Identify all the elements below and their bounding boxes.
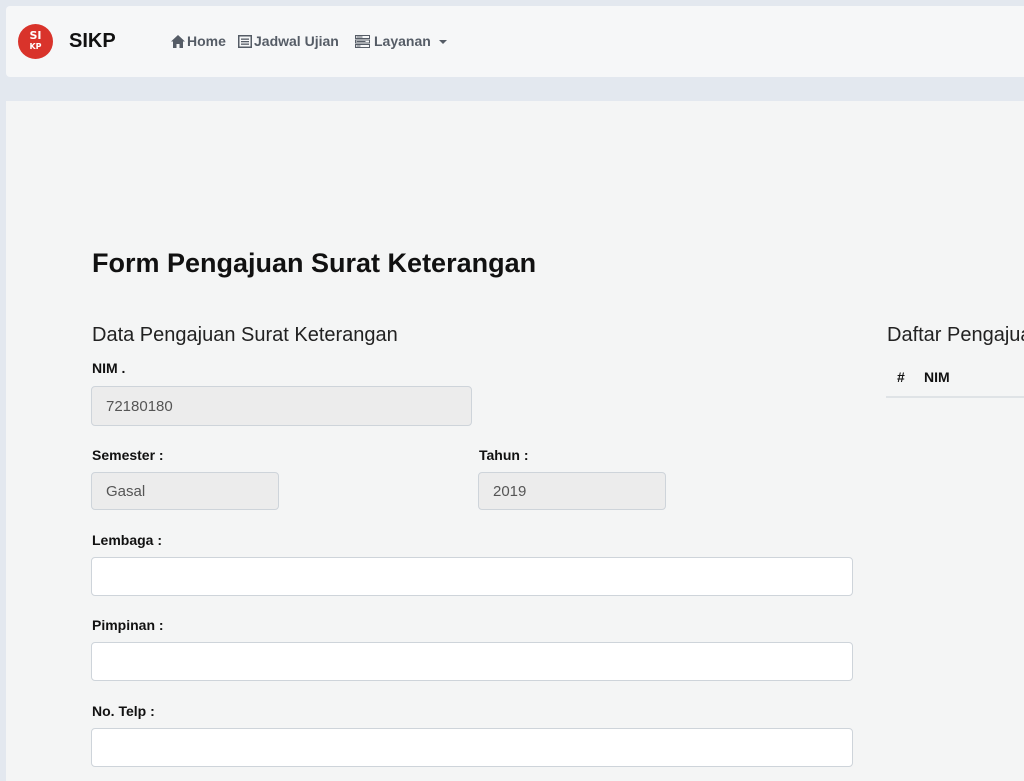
list-alt-icon [238,34,254,48]
brand-name[interactable]: SIKP [69,29,116,53]
sikp-logo[interactable]: SI KP [18,24,53,59]
telp-input[interactable] [91,728,853,767]
page-title: Form Pengajuan Surat Keterangan [92,248,537,278]
main-content: Form Pengajuan Surat Keterangan Data Pen… [6,101,1024,781]
semester-label: Semester : [92,447,164,463]
table-header-divider [886,396,1024,398]
table-header-number: # [897,369,905,385]
logo-text-bottom: KP [29,42,42,51]
nav-home-label: Home [187,33,226,49]
semester-input[interactable] [91,472,279,510]
nav-jadwal-label: Jadwal Ujian [254,33,339,49]
nav-layanan-dropdown[interactable]: Layanan [355,32,447,50]
pimpinan-label: Pimpinan : [92,617,164,633]
lembaga-input[interactable] [91,557,853,596]
logo-text-top: SI [29,29,42,42]
telp-label: No. Telp : [92,703,155,719]
home-icon [171,34,187,48]
table-header-nim: NIM [924,369,950,385]
list-section-title: Daftar Pengajuan [887,324,1024,346]
form-section-title: Data Pengajuan Surat Keterangan [92,324,398,346]
caret-down-icon [438,39,447,44]
tahun-input[interactable] [478,472,666,510]
lembaga-label: Lembaga : [92,532,163,548]
nim-label: NIM . [92,360,126,376]
tahun-label: Tahun : [479,447,529,463]
top-navbar: SI KP SIKP Home Jadwal Ujian Layanan [6,6,1024,77]
nim-input[interactable] [91,386,472,426]
nav-layanan-label: Layanan [374,33,431,49]
nav-home[interactable]: Home [171,32,226,50]
pimpinan-input[interactable] [91,642,853,681]
tasks-icon [355,34,374,48]
nav-jadwal-ujian[interactable]: Jadwal Ujian [238,32,339,50]
